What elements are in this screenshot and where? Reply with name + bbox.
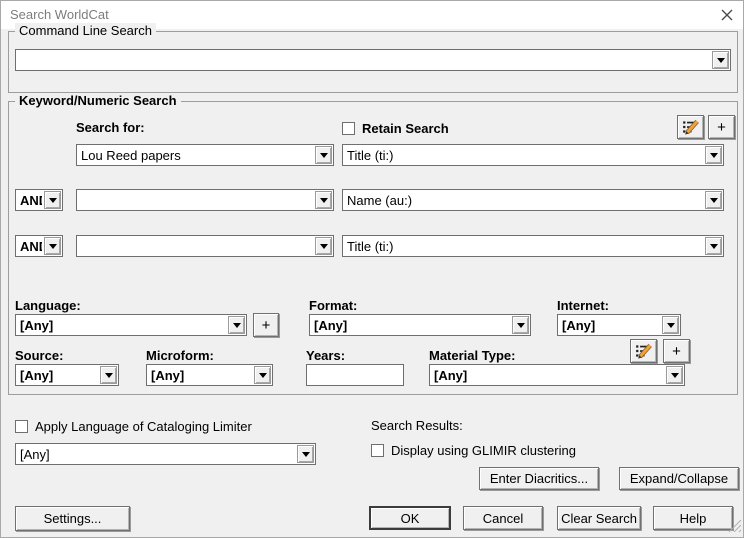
plus-icon: + — [717, 118, 726, 136]
clear-search-button[interactable]: Clear Search — [557, 506, 641, 530]
search-index-combo-2[interactable]: Name (au:) — [342, 189, 724, 211]
language-combo[interactable]: [Any] — [15, 314, 247, 336]
edit-material-type-list-button[interactable] — [630, 339, 657, 363]
apply-language-of-cataloging-label: Apply Language of Cataloging Limiter — [35, 419, 252, 434]
search-term-combo-3[interactable] — [76, 235, 334, 257]
microform-label: Microform: — [146, 348, 214, 363]
internet-value: [Any] — [562, 318, 596, 333]
material-type-value: [Any] — [434, 368, 468, 383]
dropdown-arrow-icon[interactable] — [512, 316, 529, 334]
add-search-row-button[interactable]: + — [708, 115, 735, 139]
search-index-value-3: Title (ti:) — [347, 239, 394, 254]
search-index-value-1: Title (ti:) — [347, 148, 394, 163]
cancel-button[interactable]: Cancel — [463, 506, 543, 530]
resize-grip[interactable] — [728, 519, 742, 536]
boolean-operator-value-2: AND — [20, 239, 42, 254]
glimir-clustering-label: Display using GLIMIR clustering — [391, 443, 576, 458]
language-label: Language: — [15, 298, 81, 313]
microform-combo[interactable]: [Any] — [146, 364, 273, 386]
dropdown-arrow-icon[interactable] — [705, 146, 722, 164]
search-results-label: Search Results: — [371, 418, 463, 433]
microform-value: [Any] — [151, 368, 185, 383]
language-of-cataloging-value: [Any] — [20, 447, 50, 462]
help-button[interactable]: Help — [653, 506, 733, 530]
plus-icon: + — [261, 316, 271, 334]
add-language-button[interactable]: + — [253, 313, 279, 337]
search-worldcat-dialog: Search WorldCat Command Line Search Keyw… — [0, 0, 744, 538]
dropdown-arrow-icon[interactable] — [705, 191, 722, 209]
dropdown-arrow-icon[interactable] — [315, 146, 332, 164]
source-label: Source: — [15, 348, 64, 363]
language-value: [Any] — [20, 318, 54, 333]
search-term-combo-2[interactable] — [76, 189, 334, 211]
dropdown-arrow-icon[interactable] — [297, 445, 314, 463]
years-input[interactable] — [306, 364, 404, 386]
apply-language-of-cataloging-checkbox[interactable] — [15, 420, 28, 433]
boolean-operator-value-1: AND — [20, 193, 42, 208]
dropdown-arrow-icon[interactable] — [44, 191, 61, 209]
settings-button[interactable]: Settings... — [15, 506, 130, 531]
material-type-combo[interactable]: [Any] — [429, 364, 685, 386]
search-index-value-2: Name (au:) — [347, 193, 413, 208]
retain-search-checkbox[interactable] — [342, 122, 355, 135]
search-term-value-1: Lou Reed papers — [81, 148, 181, 163]
ok-button[interactable]: OK — [369, 506, 451, 530]
close-icon — [721, 9, 733, 21]
boolean-operator-combo-2[interactable]: AND — [15, 235, 63, 257]
dropdown-arrow-icon[interactable] — [315, 237, 332, 255]
source-combo[interactable]: [Any] — [15, 364, 119, 386]
format-label: Format: — [309, 298, 358, 313]
dropdown-arrow-icon[interactable] — [254, 366, 271, 384]
years-label: Years: — [306, 348, 346, 363]
glimir-clustering-checkbox[interactable] — [371, 444, 384, 457]
dropdown-arrow-icon[interactable] — [705, 237, 722, 255]
boolean-operator-combo-1[interactable]: AND — [15, 189, 63, 211]
search-index-combo-1[interactable]: Title (ti:) — [342, 144, 724, 166]
resize-grip-icon — [728, 519, 742, 533]
search-term-combo-1[interactable]: Lou Reed papers — [76, 144, 334, 166]
material-type-label: Material Type: — [429, 348, 516, 363]
edit-search-list-button[interactable] — [677, 115, 704, 139]
search-for-label: Search for: — [76, 120, 145, 135]
add-material-type-button[interactable]: + — [663, 339, 690, 363]
dropdown-arrow-icon[interactable] — [228, 316, 245, 334]
expand-collapse-button[interactable]: Expand/Collapse — [619, 467, 739, 490]
command-line-search-combo[interactable] — [15, 49, 731, 71]
keyword-numeric-search-group-label: Keyword/Numeric Search — [15, 93, 181, 108]
enter-diacritics-button[interactable]: Enter Diacritics... — [479, 467, 599, 490]
search-index-combo-3[interactable]: Title (ti:) — [342, 235, 724, 257]
close-button[interactable] — [718, 6, 736, 24]
dropdown-arrow-icon[interactable] — [100, 366, 117, 384]
edit-list-pencil-icon — [635, 343, 652, 359]
plus-icon: + — [672, 342, 681, 360]
dropdown-arrow-icon[interactable] — [712, 51, 729, 69]
dropdown-arrow-icon[interactable] — [662, 316, 679, 334]
dropdown-arrow-icon[interactable] — [315, 191, 332, 209]
dropdown-arrow-icon[interactable] — [666, 366, 683, 384]
language-of-cataloging-combo[interactable]: [Any] — [15, 443, 316, 465]
internet-combo[interactable]: [Any] — [557, 314, 681, 336]
format-value: [Any] — [314, 318, 348, 333]
retain-search-label: Retain Search — [362, 121, 449, 136]
format-combo[interactable]: [Any] — [309, 314, 531, 336]
source-value: [Any] — [20, 368, 54, 383]
window-title: Search WorldCat — [10, 7, 109, 22]
internet-label: Internet: — [557, 298, 609, 313]
dropdown-arrow-icon[interactable] — [44, 237, 61, 255]
command-line-search-group-label: Command Line Search — [15, 23, 156, 38]
edit-list-pencil-icon — [682, 119, 699, 135]
